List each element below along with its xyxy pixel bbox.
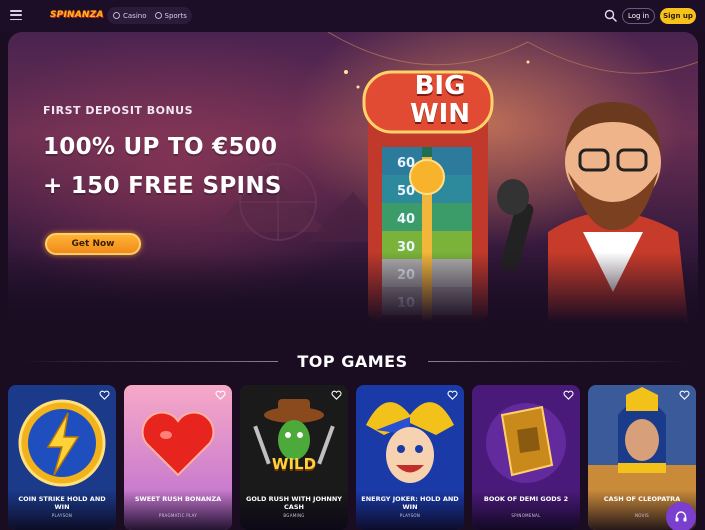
- headset-icon: [675, 511, 687, 522]
- support-chat-button[interactable]: [666, 502, 696, 530]
- sports-icon: [154, 12, 162, 19]
- game-name: ENERGY JOKER: HOLD AND WIN: [361, 495, 459, 511]
- favorite-heart-icon[interactable]: [99, 390, 110, 400]
- game-name: GOLD RUSH WITH JOHNNY CASH: [245, 495, 343, 511]
- divider-left: [20, 361, 278, 362]
- game-card-energy-joker[interactable]: ENERGY JOKER: HOLD AND WIN PLAYSON: [356, 385, 464, 530]
- hero-fade: [8, 252, 698, 322]
- login-button[interactable]: Log in: [622, 8, 655, 24]
- big-win-line2: WIN: [409, 99, 471, 129]
- game-card-sweet-rush[interactable]: SWEET RUSH BONANZA PRAGMATIC PLAY: [124, 385, 232, 530]
- game-provider: SPINOMENAL: [511, 513, 541, 518]
- game-provider: PRAGMATIC PLAY: [158, 513, 198, 518]
- meter-number: 50: [396, 184, 416, 199]
- meter-number: 40: [396, 212, 416, 227]
- game-card-gold-rush[interactable]: WILD GOLD RUSH WITH JOHNNY CASH BGAMING: [240, 385, 348, 530]
- favorite-heart-icon[interactable]: [447, 390, 458, 400]
- big-win-label: BIG WIN: [386, 72, 494, 128]
- signup-button[interactable]: Sign up: [660, 8, 696, 24]
- favorite-heart-icon[interactable]: [215, 390, 226, 400]
- games-row: COIN STRIKE HOLD AND WIN PLAYSON SWEET R…: [8, 385, 705, 530]
- sports-tab-label: Sports: [164, 11, 187, 20]
- hero-title-line2: + 150 FREE SPINS: [43, 173, 282, 199]
- mode-switch: Casino Sports: [107, 7, 192, 24]
- favorite-heart-icon[interactable]: [563, 390, 574, 400]
- game-name: SWEET RUSH BONANZA: [134, 495, 222, 503]
- game-name: COIN STRIKE HOLD AND WIN: [18, 495, 106, 511]
- game-card-coin-strike[interactable]: COIN STRIKE HOLD AND WIN PLAYSON: [8, 385, 116, 530]
- hero-banner[interactable]: BIG WIN 60 50 40 30 20 10 FIRST DEPOSIT …: [8, 32, 698, 322]
- game-card-book-of-demi-gods[interactable]: BOOK OF DEMI GODS 2 SPINOMENAL: [472, 385, 580, 530]
- sports-tab[interactable]: Sports: [153, 12, 189, 20]
- favorite-heart-icon[interactable]: [331, 390, 342, 400]
- casino-tab-label: Casino: [123, 11, 147, 20]
- favorite-heart-icon[interactable]: [679, 390, 690, 400]
- logo[interactable]: SPINANZA: [50, 6, 103, 24]
- hamburger-menu-icon[interactable]: [10, 10, 22, 20]
- game-provider: PLAYSON: [399, 513, 421, 518]
- hero-title-line1: 100% UP TO €500: [43, 134, 278, 160]
- casino-icon: [113, 12, 120, 19]
- top-header: SPINANZA Casino Sports Log in Sign up: [0, 0, 705, 32]
- game-name: BOOK OF DEMI GODS 2: [483, 495, 569, 503]
- hero-eyebrow: FIRST DEPOSIT BONUS: [43, 104, 194, 117]
- meter-number: 60: [396, 156, 416, 171]
- wild-label: WILD: [271, 455, 317, 473]
- divider-right: [428, 361, 686, 362]
- top-games-header: TOP GAMES: [0, 350, 705, 372]
- game-provider: PLAYSON: [51, 513, 73, 518]
- hero-title: 100% UP TO €500 + 150 FREE SPINS: [43, 128, 282, 206]
- casino-tab[interactable]: Casino: [111, 12, 149, 20]
- search-icon[interactable]: [604, 9, 617, 22]
- big-win-line1: BIG: [414, 71, 466, 101]
- section-title: TOP GAMES: [297, 351, 408, 371]
- game-provider: BGAMING: [283, 513, 305, 518]
